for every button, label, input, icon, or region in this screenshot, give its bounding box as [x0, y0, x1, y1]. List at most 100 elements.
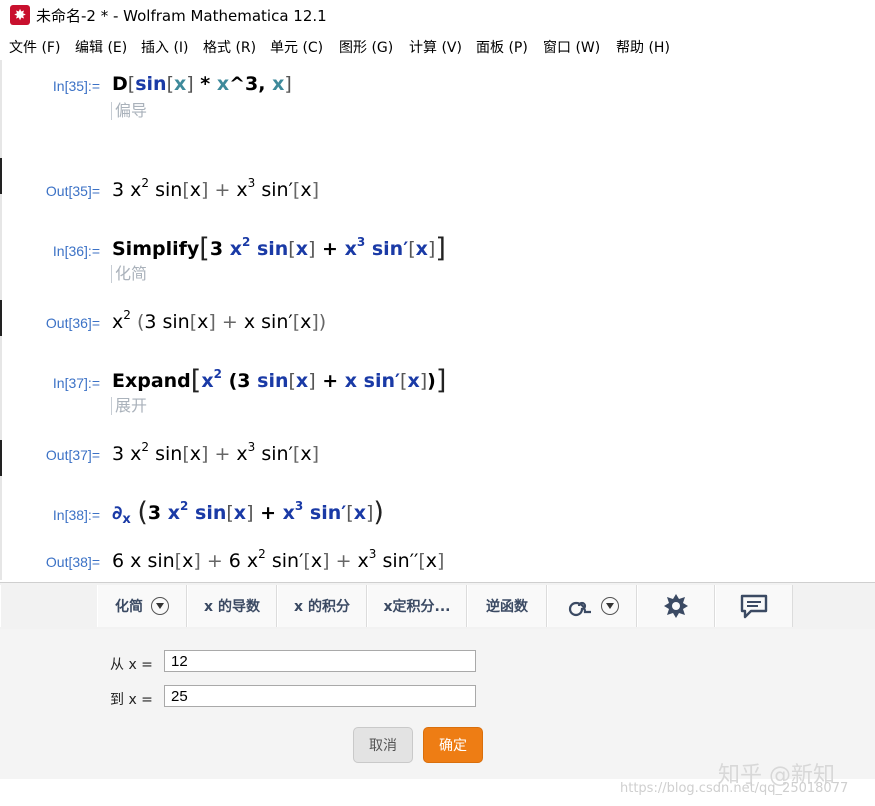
- op-plus: +: [322, 370, 339, 392]
- input-label: In[35]:=: [52, 78, 100, 94]
- menu-palettes[interactable]: 面板 (P): [476, 37, 528, 57]
- op-plus: +: [214, 179, 231, 201]
- bracket: ]: [307, 238, 316, 260]
- menu-file[interactable]: 文件 (F): [9, 37, 60, 57]
- var-x: x: [130, 179, 142, 201]
- bracket: [: [190, 365, 202, 396]
- chevron-down-icon[interactable]: [151, 597, 169, 615]
- bracket: [: [174, 550, 183, 572]
- bracket: [: [182, 179, 190, 201]
- natural-language-hint[interactable]: 化简: [111, 265, 147, 283]
- bracket: ]: [322, 550, 330, 572]
- var-x: x: [282, 502, 295, 524]
- natural-language-hint[interactable]: 偏导: [111, 102, 147, 120]
- op-plus: +: [322, 238, 338, 260]
- bracket: [: [166, 73, 174, 95]
- num: 3: [209, 238, 224, 260]
- num: 3: [112, 179, 125, 201]
- input-cell-38[interactable]: ∂x (3 x2 sin[x] + x3 sin′[x]): [112, 497, 384, 528]
- var-x: x: [243, 311, 256, 333]
- bracket: [: [288, 370, 296, 392]
- output-label: Out[38]=: [45, 554, 100, 570]
- exponent: 3: [368, 547, 377, 561]
- feedback-button[interactable]: [715, 585, 793, 627]
- bracket: [: [182, 443, 190, 465]
- var-x: x: [300, 179, 312, 201]
- natural-language-hint[interactable]: 展开: [111, 397, 147, 415]
- fn-sin: sin: [135, 73, 167, 95]
- to-input[interactable]: [164, 685, 476, 707]
- paren: ): [373, 497, 384, 528]
- simplify-button[interactable]: 化简: [97, 585, 187, 627]
- fn-sin: sin: [261, 311, 289, 333]
- output-cell-36: x2 (3 sin[x] + x sin′[x]): [112, 308, 326, 333]
- fn-sin: sin: [155, 443, 183, 465]
- from-label: 从 x =: [110, 657, 153, 673]
- var-x: x: [353, 502, 366, 524]
- bracket: ]: [435, 365, 447, 396]
- notebook[interactable]: In[35]:= D[sin[x] * x^3, x] 偏导 Out[35]= …: [0, 60, 875, 582]
- fn-sin: sin: [256, 238, 289, 260]
- exponent: 3: [247, 176, 256, 190]
- fn-sin: sin: [382, 550, 410, 572]
- chevron-down-icon[interactable]: [601, 597, 619, 615]
- fn-sin: sin: [309, 502, 342, 524]
- input-cell-37[interactable]: Expand[x2 (3 sin[x] + x sin′[x])]: [112, 365, 446, 396]
- menu-format[interactable]: 格式 (R): [203, 37, 256, 57]
- var-x: x: [407, 370, 420, 392]
- var-x: x: [300, 311, 312, 333]
- var-x: x: [201, 370, 214, 392]
- exponent: 3: [356, 235, 366, 249]
- op-plus: +: [206, 550, 223, 572]
- fn-D: D: [112, 73, 128, 95]
- ok-button[interactable]: 确定: [423, 727, 483, 763]
- from-input[interactable]: [164, 650, 476, 672]
- exponent: 3: [294, 499, 304, 513]
- menu-insert[interactable]: 插入 (I): [141, 37, 189, 57]
- bracket: ]: [437, 550, 445, 572]
- bracket: [: [292, 311, 301, 333]
- exponent: 2: [141, 176, 150, 190]
- menu-graphics[interactable]: 图形 (G): [339, 37, 393, 57]
- menu-bar: 文件 (F) 编辑 (E) 插入 (I) 格式 (R) 单元 (C) 图形 (G…: [0, 33, 875, 59]
- input-label: In[37]:=: [52, 375, 100, 391]
- paren: (: [137, 497, 148, 528]
- output-label: Out[36]=: [45, 315, 100, 331]
- fn-sin: sin: [261, 179, 289, 201]
- paren: ): [427, 370, 436, 392]
- op-plus: +: [335, 550, 352, 572]
- num: 6: [228, 550, 241, 572]
- cancel-button[interactable]: 取消: [353, 727, 413, 763]
- var-x: x: [233, 502, 247, 524]
- var-x: x: [236, 443, 248, 465]
- paren: ): [318, 311, 327, 333]
- menu-cell[interactable]: 单元 (C): [270, 37, 323, 57]
- integral-button[interactable]: x 的积分: [277, 585, 367, 627]
- var-x: x: [300, 443, 312, 465]
- var-x: x: [130, 550, 142, 572]
- derivative-button[interactable]: x 的导数: [187, 585, 277, 627]
- menu-evaluation[interactable]: 计算 (V): [409, 37, 462, 57]
- comment-icon: [740, 594, 768, 619]
- exponent: 2: [241, 235, 251, 249]
- menu-edit[interactable]: 编辑 (E): [75, 37, 127, 57]
- bracket: ]: [435, 233, 446, 264]
- menu-window[interactable]: 窗口 (W): [543, 37, 600, 57]
- window-title: 未命名-2 * - Wolfram Mathematica 12.1: [36, 7, 327, 25]
- inverse-function-button[interactable]: 逆函数: [467, 585, 547, 627]
- var-x: x: [344, 370, 358, 392]
- menu-help[interactable]: 帮助 (H): [616, 37, 670, 57]
- output-label: Out[37]=: [45, 447, 100, 463]
- input-cell-35[interactable]: D[sin[x] * x^3, x]: [112, 73, 292, 95]
- bracket: ]: [193, 550, 201, 572]
- fn-expand: Expand: [112, 370, 191, 392]
- var-x: x: [236, 179, 248, 201]
- output-cell-35: 3 x2 sin[x] + x3 sin′[x]: [112, 176, 319, 201]
- op-plus: +: [221, 311, 238, 333]
- bracket: ]: [311, 443, 320, 465]
- related-suggestions-button[interactable]: [547, 585, 637, 627]
- input-cell-36[interactable]: Simplify[3 x2 sin[x] + x3 sin′[x]]: [112, 233, 446, 264]
- bracket: ]: [186, 73, 194, 95]
- wolfram-options-button[interactable]: [637, 585, 715, 627]
- definite-integral-button[interactable]: x定积分...: [367, 585, 467, 627]
